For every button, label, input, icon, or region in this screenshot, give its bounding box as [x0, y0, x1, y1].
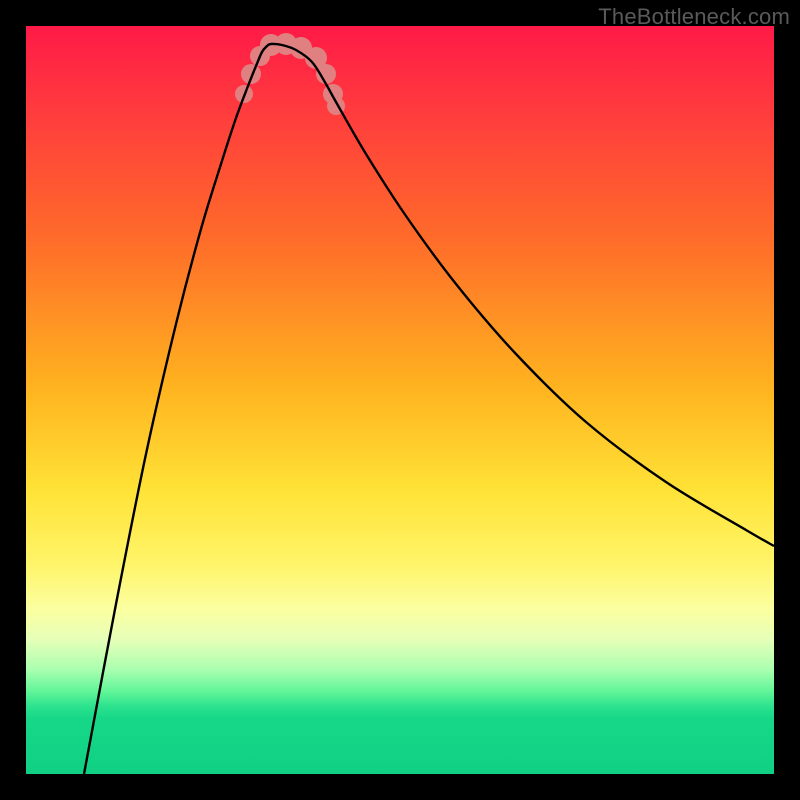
- watermark-text: TheBottleneck.com: [598, 4, 790, 30]
- chart-svg: [26, 26, 774, 774]
- bottleneck-curve: [84, 44, 774, 774]
- chart-area: [26, 26, 774, 774]
